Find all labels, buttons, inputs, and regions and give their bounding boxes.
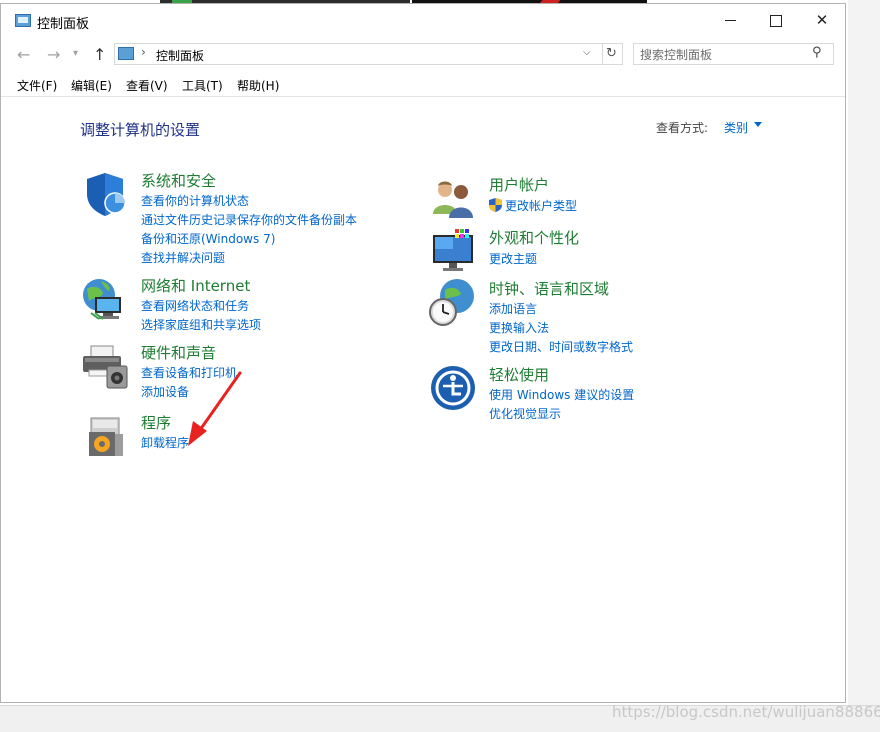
link-change-account-type[interactable]: 更改帐户类型 — [505, 197, 577, 214]
back-arrow-icon[interactable]: ← — [17, 45, 30, 64]
link-troubleshoot[interactable]: 查找并解决问题 — [141, 249, 225, 266]
up-arrow-icon[interactable]: ↑ — [93, 45, 106, 64]
link-uninstall-program[interactable]: 卸载程序 — [141, 434, 189, 451]
menu-tools[interactable]: 工具(T) — [182, 77, 223, 94]
search-box[interactable]: ⚲ — [633, 43, 834, 65]
link-change-theme[interactable]: 更改主题 — [489, 250, 537, 267]
category-programs: 程序 卸载程序 — [81, 412, 401, 457]
clock-globe-icon — [429, 279, 474, 326]
programs-disc-icon — [89, 417, 123, 456]
page-title: 调整计算机的设置 — [80, 121, 201, 139]
category-appearance-personalization: 外观和个性化 更改主题 — [429, 227, 749, 272]
link-change-date-time-format[interactable]: 更改日期、时间或数字格式 — [489, 338, 633, 355]
address-dropdown-chevron-icon[interactable]: ⌵ — [583, 47, 591, 58]
title-bar[interactable]: 控制面板 ✕ — [1, 4, 845, 36]
users-icon — [433, 181, 473, 218]
link-recommended-settings[interactable]: 使用 Windows 建议的设置 — [489, 386, 634, 403]
category-clock-language-region: 时钟、语言和区域 添加语言 更换输入法 更改日期、时间或数字格式 — [429, 278, 749, 355]
view-by-label: 查看方式: — [656, 121, 709, 135]
uac-shield-icon — [489, 198, 502, 212]
category-title-hardware-sound[interactable]: 硬件和声音 — [141, 342, 216, 363]
close-button[interactable]: ✕ — [799, 4, 845, 36]
link-optimize-visual-display[interactable]: 优化视觉显示 — [489, 405, 561, 422]
category-user-accounts: 用户帐户 更改帐户类型 — [429, 174, 749, 219]
recent-locations-chevron-icon[interactable]: ▾ — [73, 48, 78, 59]
search-icon[interactable]: ⚲ — [812, 45, 822, 60]
watermark: https://blog.csdn.net/wulijuan888666 — [612, 703, 880, 721]
category-network-internet: 网络和 Internet 查看网络状态和任务 选择家庭组和共享选项 — [81, 275, 401, 335]
category-title-programs[interactable]: 程序 — [141, 412, 171, 433]
control-panel-icon — [15, 14, 31, 27]
category-title-clock-language-region[interactable]: 时钟、语言和区域 — [489, 278, 609, 299]
link-backup-restore[interactable]: 备份和还原(Windows 7) — [141, 230, 275, 247]
control-panel-window: 控制面板 ✕ ← → ▾ ↑ › 控制面板 ⌵ ↻ ⚲ 文件(F) 编辑(E) … — [0, 3, 846, 703]
link-homegroup-sharing[interactable]: 选择家庭组和共享选项 — [141, 316, 261, 333]
category-title-ease-of-access[interactable]: 轻松使用 — [489, 364, 549, 385]
link-file-history-backup[interactable]: 通过文件历史记录保存你的文件备份副本 — [141, 211, 357, 228]
category-hardware-sound: 硬件和声音 查看设备和打印机 添加设备 — [81, 342, 401, 402]
link-add-language[interactable]: 添加语言 — [489, 300, 537, 317]
ease-of-access-icon — [431, 366, 475, 410]
search-input[interactable] — [638, 45, 812, 65]
menu-bar: 文件(F) 编辑(E) 查看(V) 工具(T) 帮助(H) — [1, 74, 845, 97]
link-add-device[interactable]: 添加设备 — [141, 383, 189, 400]
navigation-bar: ← → ▾ ↑ › 控制面板 ⌵ ↻ ⚲ — [1, 41, 845, 71]
address-bar[interactable]: › 控制面板 ⌵ — [114, 43, 603, 65]
refresh-icon: ↻ — [606, 46, 617, 61]
category-title-network-internet[interactable]: 网络和 Internet — [141, 275, 250, 296]
menu-view[interactable]: 查看(V) — [126, 77, 168, 94]
minimize-button[interactable] — [707, 4, 753, 36]
menu-edit[interactable]: 编辑(E) — [71, 77, 112, 94]
minimize-icon — [724, 20, 736, 21]
shield-icon — [87, 173, 126, 216]
breadcrumb-chevron-icon[interactable]: › — [141, 45, 146, 59]
monitor-palette-icon — [433, 229, 473, 271]
category-title-appearance[interactable]: 外观和个性化 — [489, 227, 579, 248]
control-panel-icon — [118, 47, 134, 60]
link-change-input-method[interactable]: 更换输入法 — [489, 319, 549, 336]
link-network-status[interactable]: 查看网络状态和任务 — [141, 297, 249, 314]
category-ease-of-access: 轻松使用 使用 Windows 建议的设置 优化视觉显示 — [429, 364, 749, 424]
category-title-system-security[interactable]: 系统和安全 — [141, 170, 216, 191]
category-system-security: 系统和安全 查看你的计算机状态 通过文件历史记录保存你的文件备份副本 备份和还原… — [81, 170, 401, 265]
link-view-computer-status[interactable]: 查看你的计算机状态 — [141, 192, 249, 209]
refresh-button[interactable]: ↻ — [601, 43, 623, 65]
main-content: 调整计算机的设置 查看方式: 类别 系统和安全 查看你的计算机状态 通过文件历史… — [1, 97, 845, 697]
view-by-caret-icon[interactable] — [754, 122, 762, 127]
menu-file[interactable]: 文件(F) — [17, 77, 57, 94]
printer-speaker-icon — [83, 345, 128, 389]
menu-help[interactable]: 帮助(H) — [237, 77, 279, 94]
forward-arrow-icon[interactable]: → — [47, 45, 60, 64]
maximize-button[interactable] — [753, 4, 799, 36]
breadcrumb-control-panel[interactable]: 控制面板 — [156, 47, 204, 64]
desktop-background — [848, 0, 880, 731]
maximize-icon — [770, 14, 782, 27]
close-icon: ✕ — [815, 11, 829, 29]
window-title: 控制面板 — [37, 17, 90, 32]
view-by-dropdown[interactable]: 类别 — [724, 119, 748, 136]
network-globe-icon — [83, 279, 121, 320]
category-title-user-accounts[interactable]: 用户帐户 — [489, 174, 549, 195]
link-devices-printers[interactable]: 查看设备和打印机 — [141, 364, 237, 381]
